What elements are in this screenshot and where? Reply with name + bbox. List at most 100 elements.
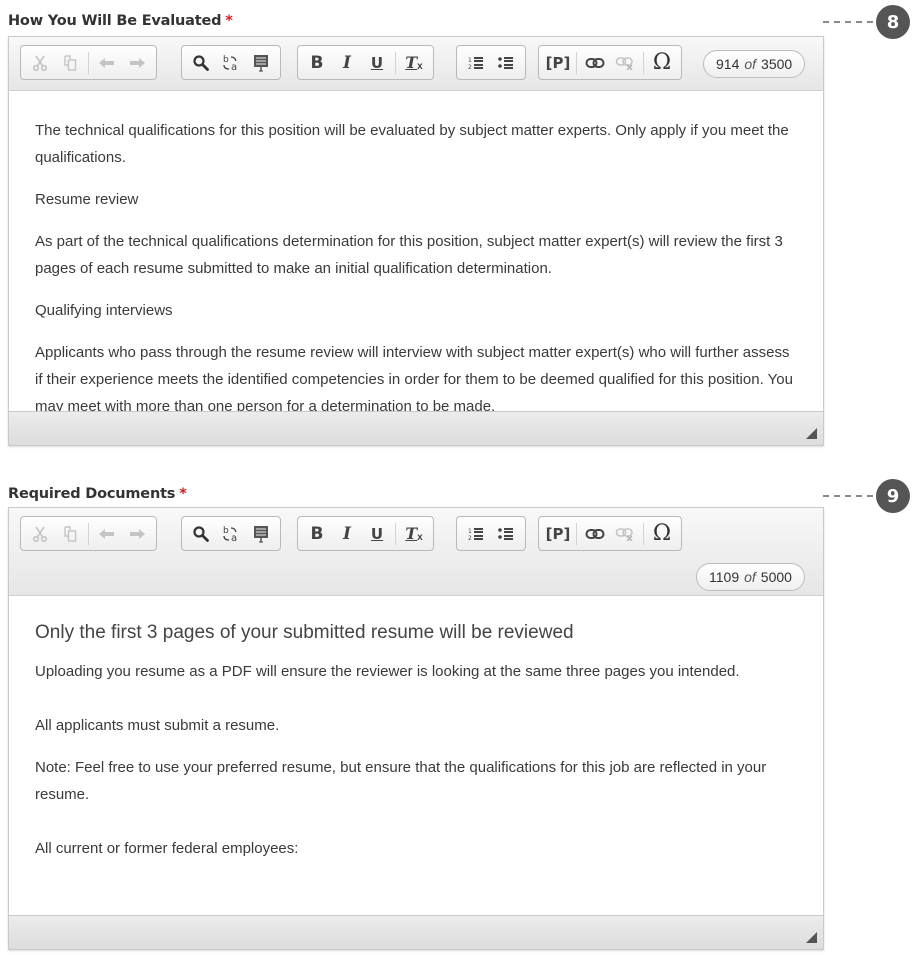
toolbar-group-insert: [P] Ω	[538, 45, 682, 80]
toolbar-group-lists: 12	[456, 45, 526, 80]
remove-format-button[interactable]: Tx	[399, 520, 429, 548]
svg-text:a: a	[231, 533, 237, 543]
select-all-button[interactable]	[246, 520, 276, 548]
toolbar-group-basicstyles: B I U Tx	[297, 45, 434, 80]
unlink-button[interactable]	[610, 520, 640, 548]
remove-format-x: x	[417, 61, 423, 72]
underline-button[interactable]: U	[362, 520, 392, 548]
required-marker: *	[225, 13, 233, 29]
svg-text:b: b	[223, 55, 229, 65]
replace-button[interactable]: ba	[216, 520, 246, 548]
remove-format-icon: T	[405, 524, 418, 543]
undo-button[interactable]	[92, 520, 122, 548]
redo-icon	[130, 57, 145, 68]
char-count-max: 5000	[760, 569, 792, 585]
link-icon	[585, 57, 605, 68]
toolbar-group-basicstyles: B I U Tx	[297, 516, 434, 551]
scissors-icon	[32, 55, 48, 71]
cut-button[interactable]	[25, 49, 55, 77]
svg-text:1: 1	[468, 57, 472, 64]
rich-text-editor: ba B I U Tx 12	[8, 507, 824, 950]
toolbar-group-clipboard	[20, 516, 157, 551]
content-paragraph: Applicants who pass through the resume r…	[35, 344, 793, 411]
numbered-list-button[interactable]: 12	[461, 49, 491, 77]
select-all-button[interactable]	[246, 49, 276, 77]
toolbar-separator	[576, 51, 577, 74]
char-count-max: 3500	[761, 56, 793, 72]
bulleted-list-icon	[498, 56, 513, 69]
find-button[interactable]	[186, 49, 216, 77]
content-paragraph: Qualifying interviews	[35, 302, 173, 319]
field-label-text: Required Documents	[8, 486, 176, 502]
callout-badge: 8	[876, 5, 910, 39]
copy-button[interactable]	[55, 520, 85, 548]
undo-icon	[99, 57, 114, 68]
special-char-button[interactable]: Ω	[647, 520, 677, 548]
redo-button[interactable]	[122, 520, 152, 548]
resize-handle[interactable]	[806, 932, 817, 943]
link-button[interactable]	[580, 520, 610, 548]
editor-toolbar: ba B I U Tx 12	[9, 37, 823, 91]
redo-button[interactable]	[122, 49, 152, 77]
content-paragraph: As part of the technical qualifications …	[35, 233, 783, 277]
remove-format-x: x	[417, 532, 423, 543]
resize-handle[interactable]	[806, 428, 817, 439]
numbered-list-icon: 12	[468, 56, 483, 70]
paragraph-format-button[interactable]: [P]	[543, 49, 573, 77]
copy-icon	[64, 54, 77, 71]
numbered-list-button[interactable]: 12	[461, 520, 491, 548]
unlink-button[interactable]	[610, 49, 640, 77]
italic-button[interactable]: I	[332, 49, 362, 77]
editor-statusbar	[9, 915, 823, 949]
cut-button[interactable]	[25, 520, 55, 548]
copy-icon	[64, 525, 77, 542]
replace-button[interactable]: ba	[216, 49, 246, 77]
special-char-button[interactable]: Ω	[647, 49, 677, 77]
bulleted-list-button[interactable]	[491, 520, 521, 548]
editor-content[interactable]: The technical qualifications for this po…	[9, 91, 823, 411]
bold-button[interactable]: B	[302, 49, 332, 77]
callout-dash	[823, 21, 873, 23]
editor-toolbar: ba B I U Tx 12	[9, 508, 823, 596]
editor-statusbar	[9, 411, 823, 445]
paragraph-format-button[interactable]: [P]	[543, 520, 573, 548]
replace-icon: ba	[223, 55, 237, 72]
toolbar-group-lists: 12	[456, 516, 526, 551]
italic-button[interactable]: I	[332, 520, 362, 548]
toolbar-group-clipboard	[20, 45, 157, 80]
link-button[interactable]	[580, 49, 610, 77]
toolbar-separator	[395, 51, 396, 74]
undo-button[interactable]	[92, 49, 122, 77]
remove-format-icon: T	[405, 53, 418, 72]
find-button[interactable]	[186, 520, 216, 548]
copy-button[interactable]	[55, 49, 85, 77]
content-paragraph: Note: Feel free to use your preferred re…	[35, 759, 767, 803]
toolbar-separator	[88, 522, 89, 545]
toolbar-separator	[576, 522, 577, 545]
link-icon	[585, 528, 605, 539]
required-marker: *	[179, 486, 187, 502]
rich-text-editor: ba B I U Tx 12	[8, 36, 824, 446]
search-icon	[193, 54, 209, 71]
char-count-current: 1109	[709, 569, 740, 585]
remove-format-button[interactable]: Tx	[399, 49, 429, 77]
replace-icon: ba	[223, 526, 237, 543]
bulleted-list-button[interactable]	[491, 49, 521, 77]
toolbar-separator	[643, 51, 644, 74]
toolbar-separator	[643, 522, 644, 545]
unlink-icon	[615, 56, 633, 70]
editor-content[interactable]: Only the first 3 pages of your submitted…	[9, 596, 823, 915]
underline-button[interactable]: U	[362, 49, 392, 77]
bulleted-list-icon	[498, 527, 513, 540]
field-label: Required Documents *	[8, 486, 187, 502]
field-label-text: How You Will Be Evaluated	[8, 13, 222, 29]
numbered-list-icon: 12	[468, 527, 483, 541]
undo-icon	[99, 528, 114, 539]
bold-button[interactable]: B	[302, 520, 332, 548]
content-paragraph: All applicants must submit a resume.	[35, 717, 280, 734]
callout-8: 8	[823, 5, 910, 39]
toolbar-group-find: ba	[181, 516, 281, 551]
char-count-of: of	[744, 56, 757, 72]
content-paragraph: All current or former federal employees:	[35, 840, 299, 857]
